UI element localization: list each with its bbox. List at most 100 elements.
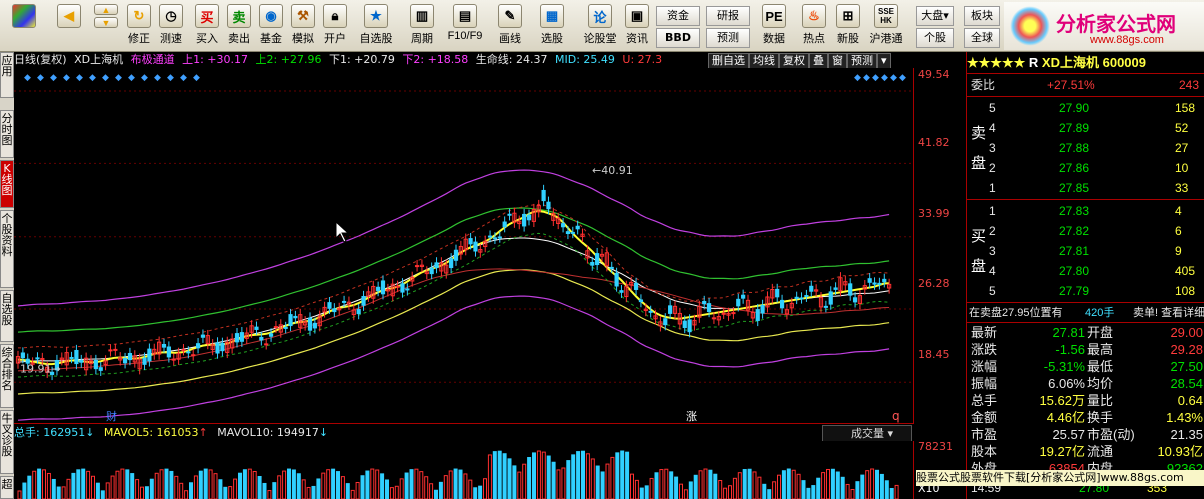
correct-button[interactable]: ↻ 修正 bbox=[124, 4, 154, 50]
main-toolbar: ◀ ▲ ▼ ↻ 修正 ◷ 测速 买 买入 卖 卖出 ◉ 基金 ⚒ 模拟 🔒︎ 开… bbox=[0, 0, 1204, 52]
volume-chart[interactable] bbox=[14, 441, 914, 499]
tab-kline[interactable]: K线图 bbox=[0, 160, 14, 208]
speed-test-button[interactable]: ◷ 测速 bbox=[156, 4, 186, 50]
stat-row: 金额 4.46亿 换手 1.43% bbox=[967, 409, 1204, 426]
window-button[interactable]: 窗 bbox=[828, 53, 847, 69]
bid-row[interactable]: 1 27.83 4 bbox=[967, 202, 1204, 220]
sh-hk-icon: SSE HK bbox=[874, 4, 898, 28]
tab-watchlist[interactable]: 自选股 bbox=[0, 290, 14, 342]
volume-bar bbox=[728, 485, 732, 499]
volume-svg bbox=[17, 450, 899, 499]
ask-row[interactable]: 3 27.88 27 bbox=[967, 139, 1204, 157]
ask-row[interactable]: 4 27.89 52 bbox=[967, 119, 1204, 137]
volume-bar bbox=[468, 479, 473, 499]
watchlist-label: 自选股 bbox=[359, 33, 393, 45]
ask-row[interactable]: 2 27.86 10 bbox=[967, 159, 1204, 177]
stat-value: 27.50 bbox=[1170, 359, 1203, 374]
bbd-button[interactable]: BBD bbox=[656, 28, 700, 48]
dropdown-icon[interactable]: ▾ bbox=[877, 53, 891, 69]
remove-watchlist-button[interactable]: 删自选 bbox=[708, 53, 749, 69]
candle-body bbox=[220, 342, 225, 352]
bid-side-label: 买盘 bbox=[971, 228, 987, 275]
open-account-button[interactable]: 🔒︎ 开户 bbox=[320, 4, 350, 50]
volume-bar bbox=[860, 474, 865, 499]
period-button[interactable]: ▥ 周期 bbox=[402, 4, 442, 50]
overlay-button[interactable]: 叠 bbox=[809, 53, 828, 69]
bid-row[interactable]: 3 27.81 9 bbox=[967, 242, 1204, 260]
candle-body bbox=[380, 280, 386, 295]
bid-level: 1 bbox=[989, 204, 996, 218]
volume-bar bbox=[61, 486, 66, 499]
research-button[interactable]: 研报 bbox=[706, 6, 750, 26]
bid-row[interactable]: 5 27.79 108 bbox=[967, 282, 1204, 300]
tab-more[interactable]: 超 bbox=[0, 476, 14, 499]
f10-button[interactable]: ▤ F10/F9 bbox=[444, 4, 486, 50]
home-button[interactable] bbox=[4, 4, 44, 50]
kline-chart[interactable]: ◆ ◆ ◆ ◆ ◆ ◆ ◆ ◆ ◆ ◆ ◆ ◆ ◆ ◆ ◆ ◆ ◆ ◆ ◆ ◆ ←40.91 19.91→ 财涨 q bbox=[14, 68, 914, 424]
tab-ranking[interactable]: 综合排名 bbox=[0, 344, 14, 408]
volume-bar bbox=[252, 470, 257, 499]
candle-body bbox=[429, 267, 434, 275]
diamond-marker: ◆ bbox=[76, 73, 83, 83]
back-button[interactable]: ◀ bbox=[54, 4, 84, 50]
ask-row[interactable]: 1 27.85 33 bbox=[967, 179, 1204, 197]
tab-apps[interactable]: 应用 bbox=[0, 52, 14, 98]
sector-button[interactable]: 板块 bbox=[964, 6, 1000, 26]
stock-label: 个股 bbox=[924, 31, 946, 44]
fund-flow-button[interactable]: 资金 bbox=[656, 6, 700, 26]
tab-intraday[interactable]: 分时图 bbox=[0, 110, 14, 158]
tab-diagnosis[interactable]: 牛叉诊股 bbox=[0, 410, 14, 474]
volume-bar bbox=[233, 478, 238, 499]
news-button[interactable]: ▣ 资讯 bbox=[622, 4, 652, 50]
mid-line bbox=[17, 237, 890, 363]
candle-body bbox=[186, 351, 191, 354]
footer-ad-banner[interactable]: 股票公式股票软件下载[分析家公式网]www.88gs.com bbox=[916, 470, 1204, 486]
forum-button[interactable]: 论 论股堂 bbox=[580, 4, 620, 50]
volume-bar bbox=[86, 470, 91, 499]
volume-bar bbox=[203, 468, 208, 499]
adjust-button[interactable]: 复权 bbox=[779, 53, 809, 69]
market-button[interactable]: 大盘▾ bbox=[916, 6, 954, 26]
global-button[interactable]: 全球 bbox=[964, 28, 1000, 48]
stock-button[interactable]: 个股 bbox=[916, 28, 954, 48]
big-order-notice[interactable]: 在卖盘27.95位置有 420手 卖单! 查看详细 bbox=[967, 304, 1204, 322]
limit-up-marker: 涨 bbox=[686, 410, 697, 423]
news-icon: ▣ bbox=[625, 4, 649, 28]
indicator-name[interactable]: 布极通道 bbox=[131, 53, 175, 66]
volume-bar bbox=[639, 487, 644, 499]
data-button[interactable]: PE 数据 bbox=[756, 4, 792, 50]
buy-button[interactable]: 买 买入 bbox=[192, 4, 222, 50]
forecast-tool-button[interactable]: 预测 bbox=[847, 53, 877, 69]
select-stock-button[interactable]: ▦ 选股 bbox=[534, 4, 570, 50]
new-stock-button[interactable]: ⊞ 新股 bbox=[832, 4, 864, 50]
volume-bar bbox=[698, 470, 703, 499]
ma-button[interactable]: 均线 bbox=[749, 53, 779, 69]
candle-body bbox=[755, 309, 760, 321]
volume-bar bbox=[242, 469, 247, 499]
candle-body bbox=[215, 342, 220, 354]
low-price-label: 19.91→ bbox=[20, 362, 61, 375]
volume-bar bbox=[703, 468, 708, 499]
sh-hk-connect-button[interactable]: SSE HK 沪港通 bbox=[866, 4, 906, 50]
fund-button[interactable]: ◉ 基金 bbox=[256, 4, 286, 50]
sell-button[interactable]: 卖 卖出 bbox=[224, 4, 254, 50]
bid-row[interactable]: 4 27.80 405 bbox=[967, 262, 1204, 280]
gavel-icon: ⚒ bbox=[291, 4, 315, 28]
forecast-button[interactable]: 预测 bbox=[706, 28, 750, 48]
stat-value: 15.62万 bbox=[1039, 393, 1085, 408]
volume-bar bbox=[742, 469, 747, 499]
tab-stock-info[interactable]: 个股资料 bbox=[0, 210, 14, 288]
mavol10-value: MAVOL10: 194917 bbox=[217, 426, 319, 439]
volume-bar bbox=[76, 469, 81, 499]
finance-marker: 财 bbox=[106, 409, 117, 423]
stat-label: 金额 bbox=[971, 410, 998, 425]
volume-bar bbox=[95, 482, 100, 499]
watchlist-button[interactable]: ★ 自选股 bbox=[356, 4, 396, 50]
draw-line-button[interactable]: ✎ 画线 bbox=[492, 4, 528, 50]
period-label[interactable]: 日线(复权) bbox=[14, 53, 67, 66]
simulate-button[interactable]: ⚒ 模拟 bbox=[288, 4, 318, 50]
bid-row[interactable]: 2 27.82 6 bbox=[967, 222, 1204, 240]
hotspot-button[interactable]: ♨ 热点 bbox=[798, 4, 830, 50]
scroll-up-down-button[interactable]: ▲ ▼ bbox=[92, 4, 120, 50]
ask-row[interactable]: 5 27.90 158 bbox=[967, 99, 1204, 117]
